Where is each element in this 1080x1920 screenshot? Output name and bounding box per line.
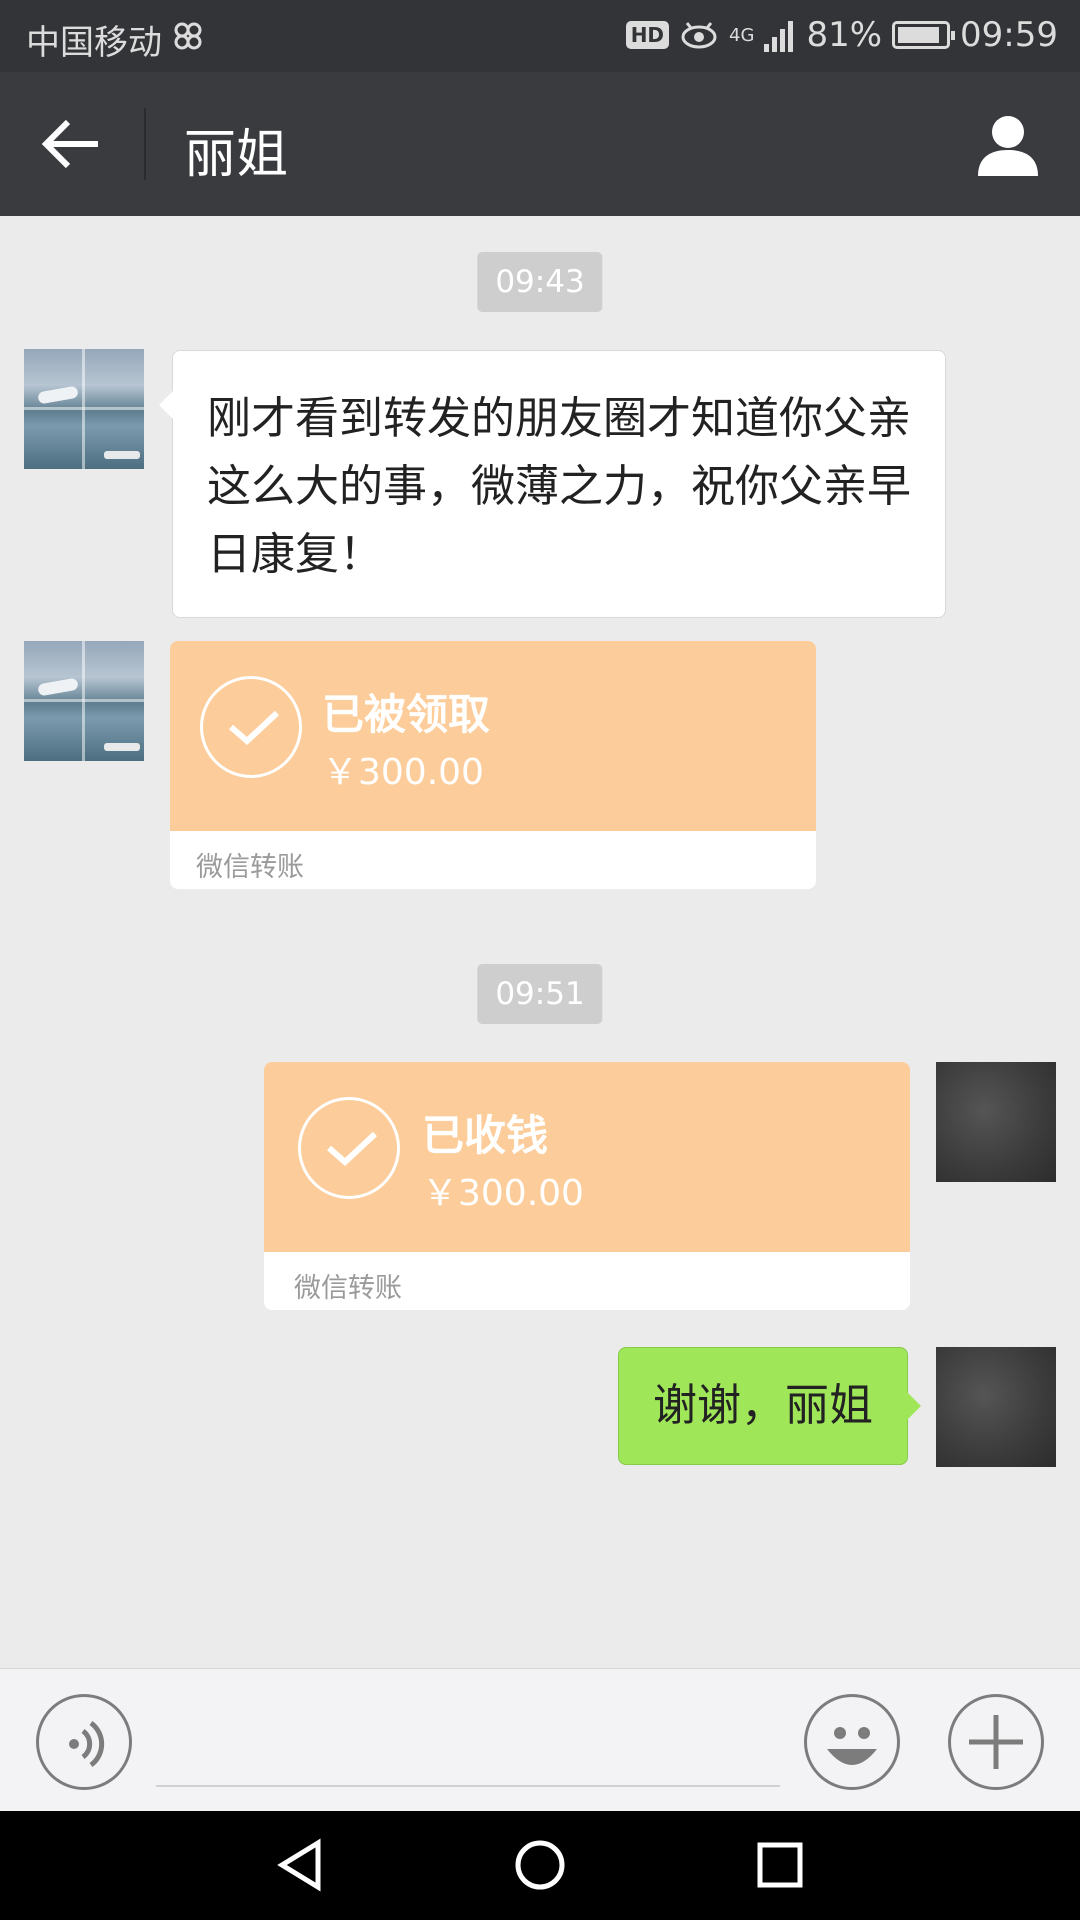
hd-badge: HD <box>625 21 670 49</box>
clock: 09:59 <box>960 15 1058 55</box>
plus-icon <box>969 1715 1023 1769</box>
avatar[interactable] <box>24 349 144 469</box>
nav-recent-icon[interactable] <box>750 1835 810 1895</box>
smiley-icon <box>827 1727 877 1765</box>
check-circle-icon <box>298 1097 400 1199</box>
message-text: 谢谢，丽姐 <box>653 1380 873 1431</box>
avatar[interactable] <box>936 1062 1056 1182</box>
transfer-status: 已收钱 <box>422 1111 549 1160</box>
input-bar <box>0 1668 1080 1811</box>
transfer-card[interactable]: 已被领取 ￥300.00 微信转账 <box>170 641 816 889</box>
eye-icon <box>681 22 717 49</box>
status-bar: 中国移动 HD 4G 81% 09:59 <box>0 0 1080 72</box>
transfer-amount: ￥300.00 <box>422 1173 584 1214</box>
transfer-label: 微信转账 <box>294 1273 402 1304</box>
transfer-label: 微信转账 <box>196 852 304 883</box>
system-nav-bar <box>0 1811 1080 1920</box>
message-bubble[interactable]: 谢谢，丽姐 <box>618 1347 921 1465</box>
more-button[interactable] <box>948 1694 1044 1790</box>
sim-icon <box>174 22 202 50</box>
timestamp: 09:43 <box>477 252 603 312</box>
network-type: 4G <box>729 24 755 46</box>
nav-back-icon[interactable] <box>270 1835 330 1895</box>
timestamp: 09:51 <box>477 964 603 1024</box>
nav-home-icon[interactable] <box>510 1835 570 1895</box>
avatar[interactable] <box>936 1347 1056 1467</box>
message-bubble[interactable]: 刚才看到转发的朋友圈才知道你父亲这么大的事，微薄之力，祝你父亲早日康复！ <box>159 350 946 618</box>
signal-icon <box>764 21 794 52</box>
back-arrow-icon[interactable] <box>36 112 108 176</box>
voice-button[interactable] <box>36 1694 132 1790</box>
battery-percent: 81% <box>806 15 883 55</box>
voice-icon <box>69 1720 105 1768</box>
chat-title: 丽姐 <box>184 125 289 185</box>
emoji-button[interactable] <box>804 1694 900 1790</box>
header-divider <box>144 108 146 180</box>
message-input[interactable] <box>156 1699 780 1787</box>
carrier-name: 中国移动 <box>26 23 162 63</box>
check-circle-icon <box>200 676 302 778</box>
profile-icon[interactable] <box>972 108 1044 180</box>
avatar[interactable] <box>24 641 144 761</box>
transfer-card[interactable]: 已收钱 ￥300.00 微信转账 <box>264 1062 910 1310</box>
battery-icon <box>892 21 956 49</box>
message-text: 刚才看到转发的朋友圈才知道你父亲这么大的事，微薄之力，祝你父亲早日康复！ <box>207 393 911 580</box>
chat-header: 丽姐 <box>0 72 1080 216</box>
transfer-status: 已被领取 <box>322 690 491 739</box>
transfer-amount: ￥300.00 <box>322 752 484 793</box>
status-icons: HD 4G 81% 09:59 <box>625 15 1058 55</box>
